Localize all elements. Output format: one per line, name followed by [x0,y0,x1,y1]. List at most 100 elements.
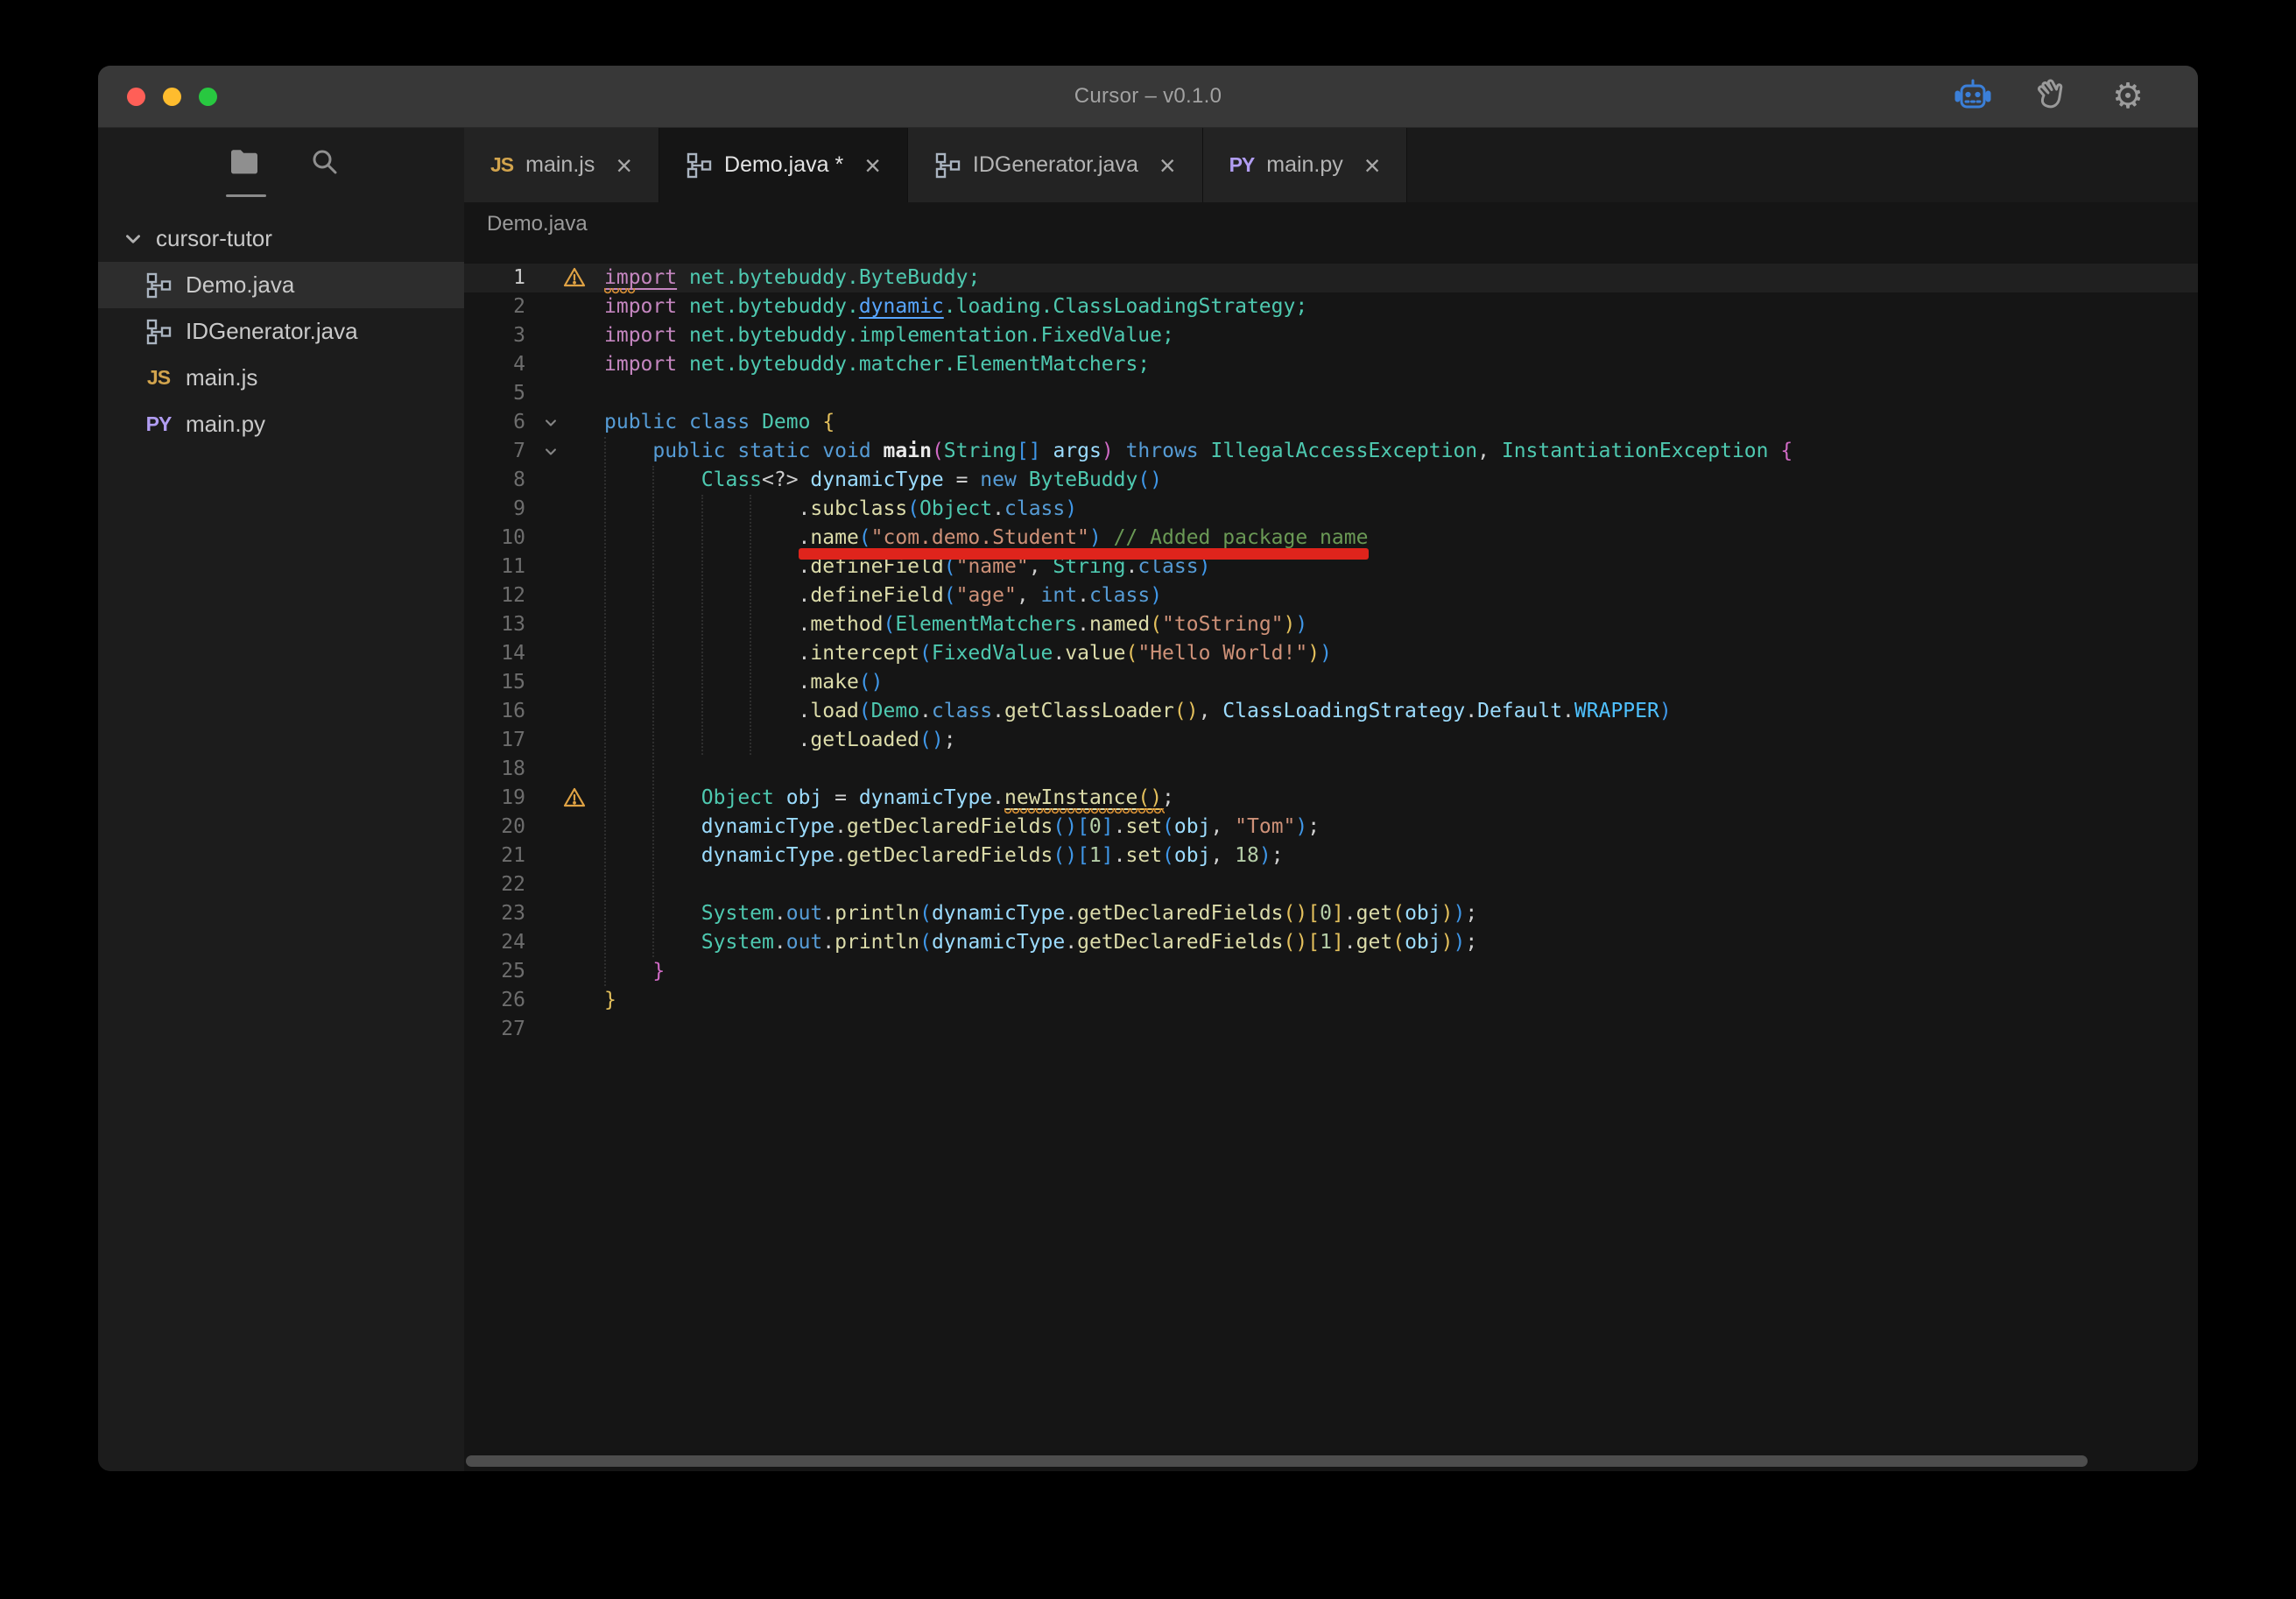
code-line-26[interactable]: 26} [464,986,2198,1015]
line-number: 5 [464,379,525,408]
code-line-23[interactable]: 23 System.out.println(dynamicType.getDec… [464,899,2198,928]
line-number: 20 [464,813,525,842]
line-number: 3 [464,321,525,350]
code-line-20[interactable]: 20 dynamicType.getDeclaredFields()[0].se… [464,813,2198,842]
line-number: 10 [464,524,525,553]
code-text: .subclass(Object.class) [604,495,1077,524]
code-line-21[interactable]: 21 dynamicType.getDeclaredFields()[1].se… [464,842,2198,870]
code-line-5[interactable]: 5 [464,379,2198,408]
breadcrumb[interactable]: Demo.java [464,202,2198,246]
sidebar-header [98,128,464,205]
line-number: 18 [464,755,525,784]
title-bar: Cursor – v0.1.0 ⚙ [98,66,2198,128]
code-text: System.out.println(dynamicType.getDeclar… [604,899,1477,928]
warning-icon [563,267,586,288]
code-line-24[interactable]: 24 System.out.println(dynamicType.getDec… [464,928,2198,957]
java-file-icon [145,272,172,299]
code-line-16[interactable]: 16 .load(Demo.class.getClassLoader(), Cl… [464,697,2198,726]
java-file-icon [145,319,172,345]
line-number: 16 [464,697,525,726]
file-row-idgenerator.java[interactable]: IDGenerator.java [98,308,464,355]
code-text: dynamicType.getDeclaredFields()[0].set(o… [604,813,1320,842]
close-tab-icon[interactable]: × [1364,151,1381,180]
code-line-6[interactable]: 6public class Demo { [464,408,2198,437]
code-line-25[interactable]: 25 } [464,957,2198,986]
code-line-7[interactable]: 7 public static void main(String[] args)… [464,437,2198,466]
code-line-15[interactable]: 15 .make() [464,668,2198,697]
window-title: Cursor – v0.1.0 [98,84,2198,109]
breadcrumb-file[interactable]: Demo.java [487,212,588,236]
py-file-icon: PY [146,412,172,436]
active-sidebar-view-indicator [226,194,266,197]
code-text: .intercept(FixedValue.value("Hello World… [604,639,1332,668]
file-row-demo.java[interactable]: Demo.java [98,262,464,308]
code-line-9[interactable]: 9 .subclass(Object.class) [464,495,2198,524]
code-line-18[interactable]: 18 [464,755,2198,784]
folder-row-cursor-tutor[interactable]: cursor-tutor [98,215,464,262]
line-number: 19 [464,784,525,813]
code-line-13[interactable]: 13 .method(ElementMatchers.named("toStri… [464,610,2198,639]
file-label: Demo.java [186,271,294,299]
code-line-2[interactable]: 2 import net.bytebuddy.dynamic.loading.Cl… [464,292,2198,321]
file-label: main.js [186,364,257,391]
zoom-window-button[interactable] [199,88,217,106]
code-line-14[interactable]: 14 .intercept(FixedValue.value("Hello Wo… [464,639,2198,668]
code-editor[interactable]: 1 import net.bytebuddy.ByteBuddy;2 import… [464,246,2198,1471]
java-file-icon [686,152,712,179]
app-window: Cursor – v0.1.0 ⚙ [98,66,2198,1471]
hand-wave-icon[interactable] [2033,78,2070,115]
code-line-8[interactable]: 8 Class<?> dynamicType = new ByteBuddy() [464,466,2198,495]
code-line-4[interactable]: 4import net.bytebuddy.matcher.ElementMat… [464,350,2198,379]
line-number: 26 [464,986,525,1015]
tab-label: main.py [1266,152,1343,178]
code-line-1[interactable]: 1 import net.bytebuddy.ByteBuddy; [464,264,2198,292]
line-number: 23 [464,899,525,928]
tab-idgenerator.java[interactable]: IDGenerator.java× [908,128,1203,202]
file-row-main.js[interactable]: JSmain.js [98,355,464,401]
code-line-3[interactable]: 3import net.bytebuddy.implementation.Fix… [464,321,2198,350]
line-number: 17 [464,726,525,755]
code-text: public static void main(String[] args) t… [604,437,1792,466]
close-tab-icon[interactable]: × [616,151,632,180]
code-text: dynamicType.getDeclaredFields()[1].set(o… [604,842,1284,870]
fold-chevron-icon[interactable] [543,415,559,431]
file-explorer: cursor-tutor Demo.java IDGenerator.javaJ… [98,215,464,447]
line-number: 2 [464,292,525,321]
line-number: 1 [464,264,525,292]
code-text: Class<?> dynamicType = new ByteBuddy() [604,466,1162,495]
close-window-button[interactable] [127,88,145,106]
tab-main.js[interactable]: JS main.js × [464,128,659,202]
line-number: 25 [464,957,525,986]
line-number: 8 [464,466,525,495]
file-row-main.py[interactable]: PY main.py [98,401,464,447]
search-icon[interactable] [310,147,340,177]
tab-demo.java[interactable]: Demo.java *× [659,128,908,202]
files-folder-icon[interactable] [229,149,259,175]
code-line-27[interactable]: 27 [464,1015,2198,1044]
tab-main.py[interactable]: PY main.py × [1203,128,1408,202]
tab-label: main.js [525,152,595,178]
code-text: import net.bytebuddy.dynamic.loading.Cla… [604,292,1307,321]
code-line-17[interactable]: 17 .getLoaded(); [464,726,2198,755]
code-line-22[interactable]: 22 [464,870,2198,899]
js-file-icon: JS [490,153,513,177]
horizontal-scrollbar-thumb[interactable] [466,1455,2088,1467]
line-number: 15 [464,668,525,697]
code-text: .getLoaded(); [604,726,956,755]
editor-tab-bar: JS main.js × Demo.java *× IDGenerator.java… [464,128,2198,202]
java-file-icon [934,152,961,179]
minimize-window-button[interactable] [163,88,181,106]
fold-chevron-icon[interactable] [543,444,559,460]
py-file-icon: PY [1229,153,1255,177]
code-line-19[interactable]: 19 Object obj = dynamicType.newInstance(… [464,784,2198,813]
code-line-12[interactable]: 12 .defineField("age", int.class) [464,581,2198,610]
chevron-down-icon [123,229,144,250]
file-label: main.py [186,411,265,438]
assistant-robot-icon[interactable] [1954,79,1991,114]
code-text: .method(ElementMatchers.named("toString"… [604,610,1307,639]
settings-gear-icon[interactable]: ⚙ [2112,79,2144,114]
close-tab-icon[interactable]: × [1159,151,1176,180]
code-text: import net.bytebuddy.matcher.ElementMatc… [604,350,1150,379]
line-number: 14 [464,639,525,668]
close-tab-icon[interactable]: × [864,151,881,180]
